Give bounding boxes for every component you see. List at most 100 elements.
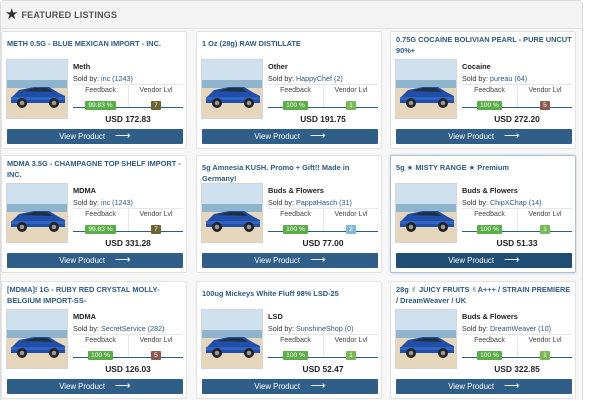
listing-title[interactable]: METH 0.5G - BLUE MEXICAN IMPORT - INC. bbox=[7, 38, 183, 49]
view-product-button[interactable]: View Product ⟶ bbox=[396, 129, 572, 144]
vendor-level-label: Vendor Lvl bbox=[528, 87, 562, 94]
arrow-right-icon: ⟶ bbox=[504, 380, 520, 392]
vendor-level-badge: 1 bbox=[346, 351, 356, 360]
view-product-label: View Product bbox=[254, 132, 300, 141]
sold-by-label: Sold by: bbox=[73, 198, 99, 207]
feedback-badge: 100 % bbox=[477, 225, 502, 234]
feedback-badge: 100 % bbox=[283, 225, 308, 234]
vendor-link[interactable]: HappyChef (2) bbox=[296, 74, 343, 83]
vendor-level-badge: 7 bbox=[151, 225, 161, 234]
listing-title[interactable]: 5g Amnesia KUSH. Promo + Gift!! Made in … bbox=[202, 162, 378, 184]
price: USD 52.47 bbox=[302, 364, 344, 374]
arrow-right-icon: ⟶ bbox=[504, 130, 520, 142]
arrow-right-icon: ⟶ bbox=[115, 380, 131, 392]
view-product-button[interactable]: View Product ⟶ bbox=[7, 379, 183, 394]
vendor-stats: Feedback 100 % Vendor Lvl 1 bbox=[462, 334, 572, 360]
feedback-stat: Feedback 100 % bbox=[268, 335, 323, 360]
view-product-button[interactable]: View Product ⟶ bbox=[396, 253, 572, 268]
product-image[interactable] bbox=[201, 309, 263, 369]
listing-title[interactable]: 100ug Mickeys White Fluff 98% LSD-25 bbox=[202, 288, 378, 299]
view-product-button[interactable]: View Product ⟶ bbox=[202, 379, 378, 394]
vendor-link[interactable]: inc (1243) bbox=[101, 74, 133, 83]
feedback-stat: Feedback 100 % bbox=[462, 335, 517, 360]
vendor-level-label: Vendor Lvl bbox=[139, 211, 173, 218]
vendor-link[interactable]: ChipXChap (14) bbox=[490, 198, 542, 207]
listing-title[interactable]: 5g ★ MISTY RANGE ★ Premium bbox=[396, 162, 572, 173]
listing-title[interactable]: [MDMA]! 1G - RUBY RED CRYSTAL MOLLY-BELG… bbox=[7, 284, 183, 306]
vendor-level-badge: 7 bbox=[151, 101, 161, 110]
vendor-level-stat: Vendor Lvl 7 bbox=[128, 85, 183, 110]
product-image[interactable] bbox=[395, 309, 457, 369]
vendor-level-stat: Vendor Lvl 1 bbox=[517, 335, 572, 360]
arrow-right-icon: ⟶ bbox=[310, 130, 326, 142]
listing-title[interactable]: 1 Oz (28g) RAW DISTILLATE bbox=[202, 38, 378, 49]
feedback-label: Feedback bbox=[474, 211, 505, 218]
seller-info: Sold by: DreamWeaver (10) bbox=[462, 324, 551, 333]
listing-card: 1 Oz (28g) RAW DISTILLATE Other Sold by: H… bbox=[196, 31, 382, 149]
category-label: Other bbox=[268, 62, 288, 71]
product-image[interactable] bbox=[6, 59, 68, 119]
vendor-link[interactable]: DreamWeaver (10) bbox=[490, 324, 551, 333]
vendor-level-badge: 1 bbox=[540, 225, 550, 234]
vendor-link[interactable]: SunshineShop (0) bbox=[296, 324, 354, 333]
vendor-level-label: Vendor Lvl bbox=[528, 211, 562, 218]
view-product-button[interactable]: View Product ⟶ bbox=[202, 129, 378, 144]
product-image[interactable] bbox=[201, 183, 263, 243]
listing-card: 5g Amnesia KUSH. Promo + Gift!! Made in … bbox=[196, 155, 382, 273]
vendor-level-label: Vendor Lvl bbox=[334, 337, 368, 344]
view-product-label: View Product bbox=[448, 132, 494, 141]
product-image[interactable] bbox=[6, 309, 68, 369]
feedback-badge: 99.83 % bbox=[85, 225, 116, 234]
sold-by-label: Sold by: bbox=[462, 198, 488, 207]
listing-card: METH 0.5G - BLUE MEXICAN IMPORT - INC. Me… bbox=[1, 31, 187, 149]
vendor-level-badge: 5 bbox=[151, 351, 161, 360]
vendor-link[interactable]: pureau (64) bbox=[490, 74, 527, 83]
sold-by-label: Sold by: bbox=[268, 324, 294, 333]
feedback-label: Feedback bbox=[280, 87, 311, 94]
arrow-right-icon: ⟶ bbox=[310, 380, 326, 392]
listing-title[interactable]: 0.75G COCAINE BOLIVIAN PEARL - PURE UNCU… bbox=[396, 34, 572, 56]
vendor-link[interactable]: SecretService (282) bbox=[101, 324, 165, 333]
seller-info: Sold by: PappaHasch (31) bbox=[268, 198, 352, 207]
view-product-label: View Product bbox=[254, 256, 300, 265]
seller-info: Sold by: inc (1243) bbox=[73, 198, 133, 207]
feedback-label: Feedback bbox=[85, 211, 116, 218]
product-image[interactable] bbox=[395, 59, 457, 119]
view-product-button[interactable]: View Product ⟶ bbox=[396, 379, 572, 394]
price: USD 191.75 bbox=[300, 114, 346, 124]
vendor-level-stat: Vendor Lvl 1 bbox=[517, 209, 572, 234]
feedback-badge: 100 % bbox=[283, 351, 308, 360]
seller-info: Sold by: pureau (64) bbox=[462, 74, 527, 83]
view-product-button[interactable]: View Product ⟶ bbox=[202, 253, 378, 268]
feedback-label: Feedback bbox=[280, 211, 311, 218]
vendor-level-label: Vendor Lvl bbox=[139, 337, 173, 344]
view-product-button[interactable]: View Product ⟶ bbox=[7, 253, 183, 268]
category-label: Buds & Flowers bbox=[462, 186, 518, 195]
view-product-button[interactable]: View Product ⟶ bbox=[7, 129, 183, 144]
vendor-level-stat: Vendor Lvl 2 bbox=[323, 209, 378, 234]
listing-card: 100ug Mickeys White Fluff 98% LSD-25 LSD S… bbox=[196, 281, 382, 399]
feedback-stat: Feedback 100 % bbox=[268, 85, 323, 110]
vendor-level-badge: 1 bbox=[346, 101, 356, 110]
vendor-stats: Feedback 99.83 % Vendor Lvl 7 bbox=[73, 208, 183, 234]
category-label: LSD bbox=[268, 312, 283, 321]
vendor-link[interactable]: PappaHasch (31) bbox=[296, 198, 352, 207]
vendor-level-badge: 1 bbox=[540, 351, 550, 360]
feedback-stat: Feedback 100 % bbox=[73, 335, 128, 360]
listing-title[interactable]: 28g ✌ JUICY FRUITS ✌A+++ / STRAIN PREMIE… bbox=[396, 284, 572, 306]
listing-card: MDMA 3.5G - CHAMPAGNE TOP SHELF IMPORT -… bbox=[1, 155, 187, 273]
view-product-label: View Product bbox=[59, 132, 105, 141]
listing-title[interactable]: MDMA 3.5G - CHAMPAGNE TOP SHELF IMPORT -… bbox=[7, 158, 183, 180]
vendor-link[interactable]: inc (1243) bbox=[101, 198, 133, 207]
vendor-stats: Feedback 100 % Vendor Lvl 5 bbox=[462, 84, 572, 110]
product-image[interactable] bbox=[6, 183, 68, 243]
vendor-level-badge: 2 bbox=[346, 225, 356, 234]
product-image[interactable] bbox=[201, 59, 263, 119]
seller-info: Sold by: ChipXChap (14) bbox=[462, 198, 542, 207]
sold-by-label: Sold by: bbox=[462, 74, 488, 83]
vendor-level-label: Vendor Lvl bbox=[334, 87, 368, 94]
product-image[interactable] bbox=[395, 183, 457, 243]
feedback-label: Feedback bbox=[85, 87, 116, 94]
seller-info: Sold by: SunshineShop (0) bbox=[268, 324, 354, 333]
price: USD 272.20 bbox=[494, 114, 540, 124]
